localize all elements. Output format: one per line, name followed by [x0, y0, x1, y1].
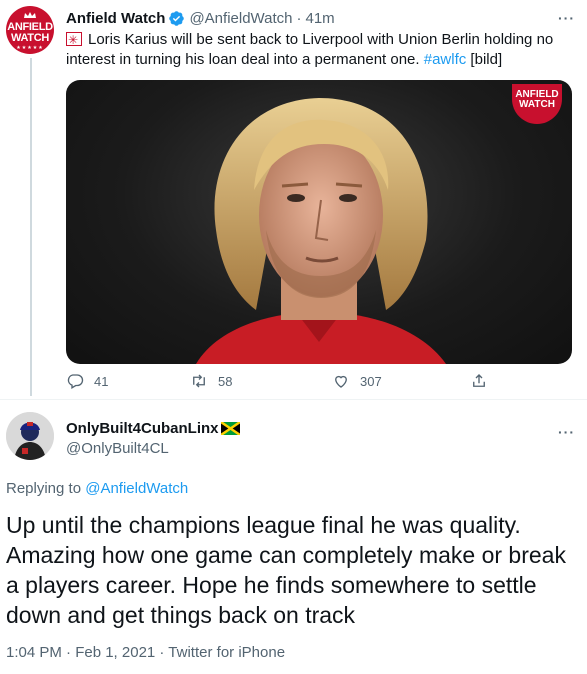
reply-timestamp[interactable]: 1:04 PM · Feb 1, 2021 · Twitter for iPho… [6, 644, 285, 661]
badge-line2: WATCH [519, 99, 555, 110]
tweet-text: Loris Karius will be sent back to Liverp… [66, 30, 571, 70]
reply-text: Up until the champions league final he w… [6, 512, 566, 628]
original-tweet[interactable]: ANFIELD WATCH ★★★★★ Anfield Watch @Anfie… [0, 0, 587, 396]
like-count: 307 [360, 373, 382, 389]
replying-mention-link[interactable]: @AnfieldWatch [85, 480, 188, 497]
tweet-time[interactable]: 41m [306, 10, 335, 27]
separator-dot: · [296, 9, 302, 27]
tweet-header: Anfield Watch @AnfieldWatch · 41m [66, 8, 335, 28]
more-options-icon[interactable]: ··· [558, 10, 575, 26]
tweet-text-tail: [bild] [466, 51, 503, 68]
author-name[interactable]: Anfield Watch [66, 10, 165, 27]
avatar-stars: ★★★★★ [16, 45, 44, 51]
like-button[interactable]: 307 [332, 372, 382, 390]
reply-author[interactable]: OnlyBuilt4CubanLinx [66, 420, 240, 437]
player-photo-image [196, 98, 446, 364]
reply-icon [67, 374, 84, 389]
reply-author-name[interactable]: OnlyBuilt4CubanLinx [66, 420, 219, 437]
replying-prefix: Replying to [6, 480, 86, 497]
tweet-media-photo[interactable]: ANFIELD WATCH [66, 80, 572, 364]
verified-badge-icon [169, 10, 185, 26]
avatar-image [6, 412, 54, 460]
tweet-divider [0, 399, 587, 400]
retweet-button[interactable]: 58 [190, 372, 232, 390]
reply-button[interactable]: 41 [66, 372, 108, 390]
thread-line [30, 58, 32, 396]
flag-emoji-icon [66, 30, 82, 50]
crown-icon [24, 12, 36, 18]
tweet-actions: 41 58 307 [66, 372, 496, 396]
retweet-icon [193, 374, 205, 388]
onlybuilt-avatar[interactable] [6, 412, 54, 460]
heart-icon [335, 375, 347, 388]
share-icon [473, 374, 485, 387]
avatar-logo-line2: WATCH [10, 32, 49, 44]
reply-author-handle[interactable]: @OnlyBuilt4CL [66, 440, 169, 457]
replying-to-line: Replying to @AnfieldWatch [6, 480, 188, 497]
jamaica-flag-icon [220, 422, 240, 435]
author-handle[interactable]: @AnfieldWatch [189, 10, 292, 27]
hashtag-link[interactable]: #awlfc [424, 51, 467, 68]
reply-more-options-icon[interactable]: ··· [558, 424, 575, 440]
retweet-count: 58 [218, 373, 233, 389]
reply-count: 41 [94, 373, 109, 389]
share-button[interactable] [470, 372, 498, 390]
anfield-watch-avatar[interactable]: ANFIELD WATCH ★★★★★ [6, 6, 54, 54]
